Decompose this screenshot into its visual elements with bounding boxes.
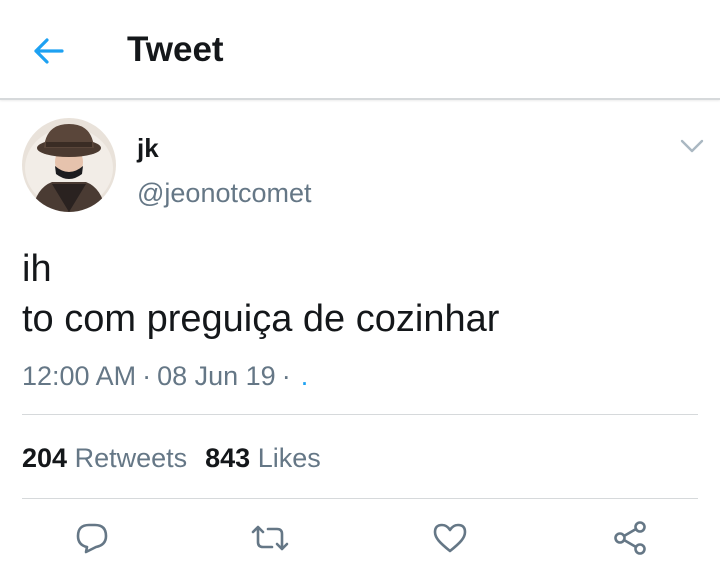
- retweet-icon: [251, 525, 289, 551]
- retweet-button[interactable]: [248, 516, 292, 560]
- engagement-stats: 204 Retweets 843 Likes: [22, 440, 321, 476]
- likes-stat[interactable]: 843 Likes: [205, 440, 321, 476]
- divider: [22, 414, 698, 415]
- likes-count: 843: [205, 443, 251, 473]
- like-button[interactable]: [428, 516, 472, 560]
- avatar[interactable]: [22, 118, 116, 212]
- meta-separator: ·: [142, 361, 152, 391]
- page-title: Tweet: [127, 30, 224, 69]
- author-handle[interactable]: @jeonotcomet: [137, 177, 312, 209]
- more-options-button[interactable]: [678, 132, 706, 160]
- tweet-metadata: 12:00 AM · 08 Jun 19 ·.: [22, 359, 308, 393]
- share-button[interactable]: [608, 516, 652, 560]
- meta-separator: ·: [281, 361, 291, 391]
- divider: [22, 498, 698, 499]
- reply-button[interactable]: [70, 516, 114, 560]
- chevron-down-icon: [680, 139, 704, 153]
- back-button[interactable]: [26, 28, 72, 74]
- tweet-text: ih to com preguiça de cozinhar: [22, 244, 702, 344]
- reply-icon: [76, 523, 108, 554]
- like-heart-icon: [433, 523, 467, 553]
- arrow-left-icon: [34, 38, 64, 64]
- tweet-detail-screen: Tweet jk @jeonotcomet ih to com preguiça…: [0, 0, 720, 587]
- tweet-text-line: ih: [22, 248, 52, 290]
- tweet-date: 08 Jun 19: [157, 361, 276, 391]
- author-display-name[interactable]: jk: [137, 133, 159, 163]
- retweets-label: Retweets: [74, 443, 188, 473]
- likes-label: Likes: [257, 443, 321, 473]
- retweets-count: 204: [22, 443, 68, 473]
- tweet-time: 12:00 AM: [22, 361, 137, 391]
- tweet-text-line: to com preguiça de cozinhar: [22, 298, 500, 340]
- avatar-image: [22, 118, 116, 212]
- retweets-stat[interactable]: 204 Retweets: [22, 440, 187, 476]
- share-icon: [614, 521, 646, 555]
- top-app-bar: Tweet: [0, 0, 720, 100]
- tweet-source-link[interactable]: .: [297, 361, 309, 391]
